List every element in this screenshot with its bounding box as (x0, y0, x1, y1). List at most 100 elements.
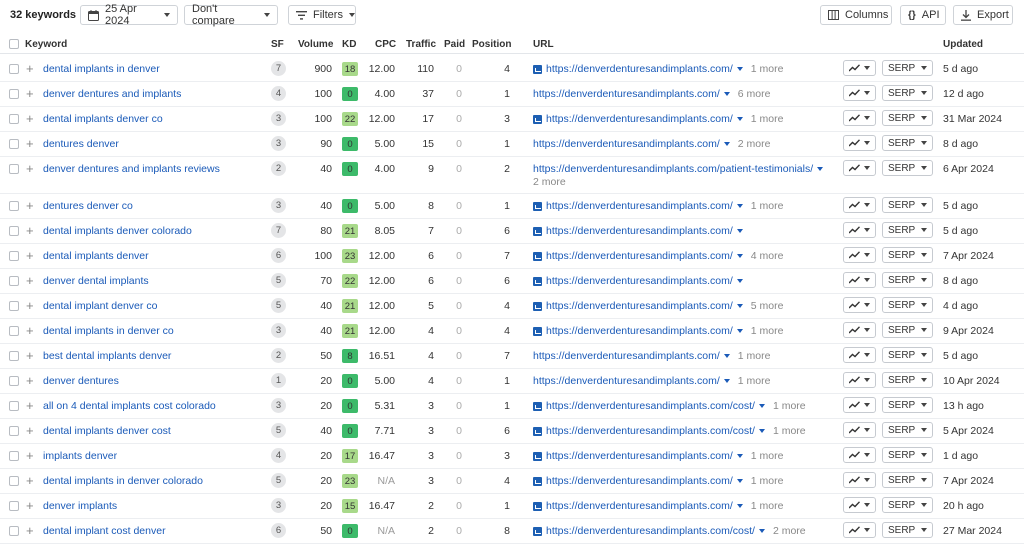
more-urls-link[interactable]: 4 more (751, 250, 784, 262)
serp-button[interactable]: SERP (882, 472, 933, 488)
row-checkbox[interactable] (9, 201, 19, 211)
url-link[interactable]: https://denverdenturesandimplants.com/ (533, 88, 720, 100)
add-to-list-icon[interactable]: + (26, 424, 34, 437)
trend-chart-button[interactable] (843, 60, 876, 76)
row-checkbox[interactable] (9, 301, 19, 311)
row-checkbox[interactable] (9, 139, 19, 149)
add-to-list-icon[interactable]: + (26, 162, 34, 175)
more-urls-link[interactable]: 1 more (751, 200, 784, 212)
url-dropdown-icon[interactable] (736, 304, 743, 308)
add-to-list-icon[interactable]: + (26, 62, 34, 75)
url-dropdown-icon[interactable] (736, 454, 743, 458)
serp-button[interactable]: SERP (882, 372, 933, 388)
row-checkbox[interactable] (9, 64, 19, 74)
header-sf[interactable]: SF (271, 39, 284, 50)
more-urls-link[interactable]: 2 more (738, 138, 771, 150)
serp-features-badge[interactable]: 2 (271, 161, 286, 176)
url-link[interactable]: https://denverdenturesandimplants.com/co… (546, 400, 755, 412)
row-checkbox[interactable] (9, 426, 19, 436)
keyword-link[interactable]: dental implants denver co (43, 113, 163, 125)
serp-features-badge[interactable]: 5 (271, 273, 286, 288)
keyword-link[interactable]: dental implant cost denver (43, 525, 166, 537)
url-dropdown-icon[interactable] (817, 167, 824, 171)
add-to-list-icon[interactable]: + (26, 374, 34, 387)
serp-features-badge[interactable]: 3 (271, 498, 286, 513)
url-dropdown-icon[interactable] (736, 279, 743, 283)
url-link[interactable]: https://denverdenturesandimplants.com/ (546, 63, 733, 75)
serp-features-badge[interactable]: 3 (271, 398, 286, 413)
trend-chart-button[interactable] (843, 472, 876, 488)
filters-button[interactable]: Filters (288, 5, 356, 25)
more-urls-link[interactable]: 6 more (738, 88, 771, 100)
url-link[interactable]: https://denverdenturesandimplants.com/ (546, 325, 733, 337)
trend-chart-button[interactable] (843, 297, 876, 313)
trend-chart-button[interactable] (843, 197, 876, 213)
serp-button[interactable]: SERP (882, 422, 933, 438)
serp-features-badge[interactable]: 5 (271, 298, 286, 313)
serp-button[interactable]: SERP (882, 222, 933, 238)
trend-chart-button[interactable] (843, 422, 876, 438)
url-dropdown-icon[interactable] (736, 254, 743, 258)
more-urls-link[interactable]: 1 more (751, 63, 784, 75)
serp-features-badge[interactable]: 2 (271, 348, 286, 363)
serp-features-badge[interactable]: 7 (271, 223, 286, 238)
serp-button[interactable]: SERP (882, 160, 933, 176)
keyword-link[interactable]: dental implants in denver (43, 63, 160, 75)
header-traffic[interactable]: Traffic (406, 39, 436, 50)
trend-chart-button[interactable] (843, 497, 876, 513)
add-to-list-icon[interactable]: + (26, 324, 34, 337)
url-link[interactable]: https://denverdenturesandimplants.com/ (533, 375, 720, 387)
row-checkbox[interactable] (9, 476, 19, 486)
trend-chart-button[interactable] (843, 85, 876, 101)
more-urls-link[interactable]: 1 more (751, 450, 784, 462)
compare-dropdown[interactable]: Don't compare (184, 3, 278, 27)
select-all-checkbox[interactable] (9, 39, 19, 49)
more-urls-link[interactable]: 1 more (751, 475, 784, 487)
add-to-list-icon[interactable]: + (26, 199, 34, 212)
trend-chart-button[interactable] (843, 397, 876, 413)
trend-chart-button[interactable] (843, 222, 876, 238)
row-checkbox[interactable] (9, 89, 19, 99)
header-cpc[interactable]: CPC (375, 39, 396, 50)
url-dropdown-icon[interactable] (736, 329, 743, 333)
keyword-link[interactable]: dentures denver (43, 138, 119, 150)
url-dropdown-icon[interactable] (723, 379, 730, 383)
add-to-list-icon[interactable]: + (26, 87, 34, 100)
add-to-list-icon[interactable]: + (26, 349, 34, 362)
url-dropdown-icon[interactable] (723, 92, 730, 96)
serp-button[interactable]: SERP (882, 247, 933, 263)
keyword-link[interactable]: dental implants denver (43, 250, 149, 262)
url-link[interactable]: https://denverdenturesandimplants.com/ (546, 475, 733, 487)
serp-features-badge[interactable]: 6 (271, 248, 286, 263)
serp-button[interactable]: SERP (882, 497, 933, 513)
add-to-list-icon[interactable]: + (26, 112, 34, 125)
date-picker-button[interactable]: 25 Apr 2024 (80, 3, 178, 27)
trend-chart-button[interactable] (843, 372, 876, 388)
more-urls-link[interactable]: 1 more (773, 400, 806, 412)
keyword-link[interactable]: all on 4 dental implants cost colorado (43, 400, 216, 412)
add-to-list-icon[interactable]: + (26, 249, 34, 262)
keyword-link[interactable]: dental implants in denver colorado (43, 475, 203, 487)
url-dropdown-icon[interactable] (736, 117, 743, 121)
url-dropdown-icon[interactable] (736, 479, 743, 483)
export-button[interactable]: Export (953, 5, 1013, 25)
row-checkbox[interactable] (9, 526, 19, 536)
columns-button[interactable]: Columns (820, 5, 892, 25)
more-urls-link[interactable]: 2 more (533, 176, 566, 188)
serp-button[interactable]: SERP (882, 447, 933, 463)
row-checkbox[interactable] (9, 114, 19, 124)
header-kd[interactable]: KD (342, 39, 356, 50)
add-to-list-icon[interactable]: + (26, 474, 34, 487)
more-urls-link[interactable]: 1 more (738, 375, 771, 387)
serp-features-badge[interactable]: 6 (271, 523, 286, 538)
row-checkbox[interactable] (9, 376, 19, 386)
trend-chart-button[interactable] (843, 522, 876, 538)
serp-button[interactable]: SERP (882, 110, 933, 126)
serp-features-badge[interactable]: 3 (271, 198, 286, 213)
url-link[interactable]: https://denverdenturesandimplants.com/pa… (533, 163, 813, 175)
url-link[interactable]: https://denverdenturesandimplants.com/co… (546, 525, 755, 537)
trend-chart-button[interactable] (843, 272, 876, 288)
keyword-link[interactable]: denver implants (43, 500, 117, 512)
serp-features-badge[interactable]: 3 (271, 136, 286, 151)
more-urls-link[interactable]: 1 more (751, 325, 784, 337)
